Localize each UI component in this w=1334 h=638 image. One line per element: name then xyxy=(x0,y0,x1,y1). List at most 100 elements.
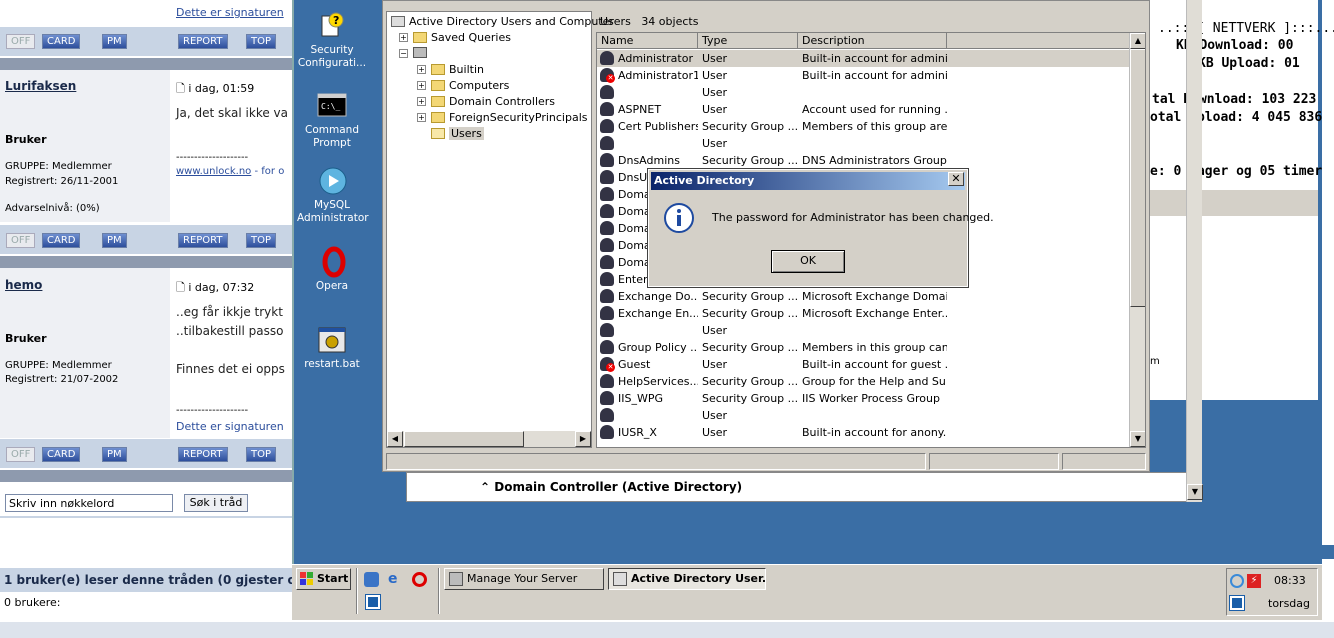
user-list-row[interactable]: User xyxy=(597,322,1137,339)
thread-search-input[interactable] xyxy=(5,494,173,512)
user-list-row[interactable]: ASPNET User Account used for running ... xyxy=(597,101,1137,118)
user-list-row[interactable]: Cert Publishers Security Group ... Members… xyxy=(597,118,1137,135)
card-button[interactable]: CARD xyxy=(42,233,81,248)
top-signature[interactable]: Dette er signaturen xyxy=(176,6,284,19)
members-count: 0 brukere: xyxy=(4,596,61,609)
card-button[interactable]: CARD xyxy=(42,447,81,462)
clock-time[interactable]: 08:33 xyxy=(1274,574,1306,587)
user-list-row[interactable]: ✕ Administrator1 User Built-in account for … xyxy=(597,67,1137,84)
opera-quicklaunch-icon[interactable] xyxy=(412,572,427,587)
system-tray: ⚡ 08:33 torsdag xyxy=(1226,568,1318,616)
task-manage-your-server[interactable]: Manage Your Server xyxy=(444,568,604,590)
user-list-row[interactable]: User xyxy=(597,407,1137,424)
online-status-off: OFF xyxy=(6,447,36,462)
quicklaunch-app-icon[interactable] xyxy=(365,594,381,610)
top-button[interactable]: TOP xyxy=(246,233,277,248)
domain-controller-section[interactable]: ⌃ Domain Controller (Active Directory) xyxy=(480,480,742,494)
refresh-icon[interactable] xyxy=(1230,574,1244,588)
desktop-icon-mysql[interactable]: MySQL Administrator xyxy=(297,165,369,225)
thread-search-button[interactable]: Søk i tråd xyxy=(184,494,248,512)
scroll-right-button[interactable]: ▶ xyxy=(575,431,591,447)
user-list-row[interactable]: Administrator User Built-in account for ad… xyxy=(597,50,1137,67)
tree-item-builtin[interactable]: Builtin xyxy=(431,63,484,76)
desktop-icon-restart-bat[interactable]: restart.bat xyxy=(297,324,367,371)
report-button[interactable]: REPORT xyxy=(178,447,228,462)
user-list-row[interactable]: ✕ Guest User Built-in account for guest ... xyxy=(597,356,1137,373)
post-username[interactable]: hemo xyxy=(5,278,42,292)
expand-icon[interactable]: + xyxy=(417,65,426,74)
scroll-left-button[interactable]: ◀ xyxy=(387,431,403,447)
group-icon xyxy=(600,374,614,388)
network-alert-icon[interactable]: ⚡ xyxy=(1247,574,1261,588)
tree-item-saved-queries[interactable]: Saved Queries xyxy=(413,31,511,44)
expand-icon[interactable]: + xyxy=(417,97,426,106)
tree-item-computers[interactable]: Computers xyxy=(431,79,509,92)
scroll-down-button[interactable]: ▼ xyxy=(1187,484,1203,500)
column-header-description[interactable]: Description xyxy=(798,33,947,49)
scroll-up-button[interactable]: ▲ xyxy=(1130,33,1145,49)
cell-name: Exchange En... xyxy=(618,307,698,320)
desktop-icon-opera[interactable]: Opera xyxy=(297,246,367,293)
console-tree: Active Directory Users and Computer + Sa… xyxy=(386,11,614,448)
taskbar: Start e Manage Your Server Active Direct… xyxy=(292,564,1322,620)
tree-item-domain-controllers[interactable]: Domain Controllers xyxy=(431,95,555,108)
security-config-icon: ? xyxy=(316,10,348,42)
user-list-row[interactable]: User xyxy=(597,135,1137,152)
tree-root[interactable]: Active Directory Users and Computer xyxy=(391,15,614,28)
column-header-type[interactable]: Type xyxy=(698,33,798,49)
internet-explorer-icon[interactable]: e xyxy=(388,572,403,587)
desktop-icon-security-config[interactable]: ? Security Configurati... xyxy=(297,10,367,70)
user-list-row[interactable]: Group Policy ... Security Group ... Member… xyxy=(597,339,1137,356)
post-username[interactable]: Lurifaksen xyxy=(5,79,76,93)
scroll-thumb[interactable] xyxy=(404,431,524,447)
signature-link[interactable]: www.unlock.no - for o xyxy=(176,166,284,177)
tree-hscrollbar[interactable]: ◀ ▶ xyxy=(387,431,591,447)
user-icon xyxy=(600,408,614,422)
top-button[interactable]: TOP xyxy=(246,447,277,462)
ok-button[interactable]: OK xyxy=(771,250,845,273)
cell-name: HelpServices... xyxy=(618,375,698,388)
user-list-row[interactable]: IIS_WPG Security Group ... IIS Worker Proc… xyxy=(597,390,1137,407)
pm-button[interactable]: PM xyxy=(102,233,127,248)
expand-icon[interactable]: + xyxy=(417,113,426,122)
scroll-down-button[interactable]: ▼ xyxy=(1130,431,1145,447)
expand-icon[interactable]: + xyxy=(417,81,426,90)
report-button[interactable]: REPORT xyxy=(178,233,228,248)
dialog-close-button[interactable]: ✕ xyxy=(948,172,964,186)
post-text-line: ..tilbakestill passo xyxy=(176,324,284,338)
collapse-icon[interactable]: − xyxy=(399,49,408,58)
list-vscrollbar[interactable]: ▲ ▼ xyxy=(1129,33,1145,447)
user-icon xyxy=(600,221,614,235)
manage-server-scrollbar[interactable]: ▼ xyxy=(1186,0,1203,502)
column-header-name[interactable]: Name xyxy=(597,33,698,49)
user-icon: ✕ xyxy=(600,68,615,83)
expand-icon[interactable]: + xyxy=(399,33,408,42)
signature-text[interactable]: Dette er signaturen xyxy=(176,420,284,433)
user-list-row[interactable]: HelpServices... Security Group ... Group f… xyxy=(597,373,1137,390)
desktop-icon-command-prompt[interactable]: C:\_ Command Prompt xyxy=(297,90,367,150)
scroll-thumb[interactable] xyxy=(1130,49,1145,307)
page-footer xyxy=(0,622,1334,638)
user-list-row[interactable]: Exchange Do... Security Group ... Microsof… xyxy=(597,288,1137,305)
pm-button[interactable]: PM xyxy=(102,34,127,49)
cell-name: DnsAdmins xyxy=(618,154,680,167)
user-list-row[interactable]: User xyxy=(597,84,1137,101)
tree-item-foreign-security[interactable]: ForeignSecurityPrincipals xyxy=(431,111,588,124)
tray-app-icon[interactable] xyxy=(1229,595,1245,611)
post-separator xyxy=(0,58,292,70)
user-list-row[interactable]: Exchange En... Security Group ... Microsof… xyxy=(597,305,1137,322)
user-registered: Registrert: 26/11-2001 xyxy=(5,176,119,187)
tree-item-users[interactable]: Users xyxy=(431,127,484,140)
cell-type: User xyxy=(702,409,728,422)
show-desktop-icon[interactable] xyxy=(364,572,379,587)
domain-icon[interactable] xyxy=(413,47,429,59)
pm-button[interactable]: PM xyxy=(102,447,127,462)
card-button[interactable]: CARD xyxy=(42,34,81,49)
start-button[interactable]: Start xyxy=(296,568,351,590)
report-button[interactable]: REPORT xyxy=(178,34,228,49)
user-list-row[interactable]: DnsAdmins Security Group ... DNS Administr… xyxy=(597,152,1137,169)
readers-count: 1 bruker(e) leser denne tråden (0 gjeste… xyxy=(4,573,305,587)
top-button[interactable]: TOP xyxy=(246,34,277,49)
user-list-row[interactable]: IUSR_X User Built-in account for anony... xyxy=(597,424,1137,441)
task-active-directory[interactable]: Active Directory User... xyxy=(608,568,766,590)
